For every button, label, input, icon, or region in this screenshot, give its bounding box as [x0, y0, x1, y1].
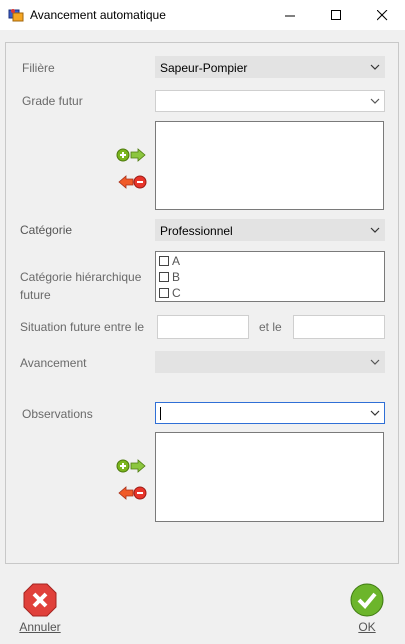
- avancement-label: Avancement: [20, 356, 87, 370]
- situation-label: Situation future entre le: [20, 320, 145, 334]
- checkbox-row-a[interactable]: A: [159, 253, 180, 269]
- chevron-down-icon: [370, 98, 380, 104]
- add-observation-button[interactable]: [116, 458, 148, 474]
- categorie-hierarchique-label-line2: future: [20, 288, 51, 302]
- checkbox-row-b[interactable]: B: [159, 269, 180, 285]
- maximize-icon: [330, 9, 341, 20]
- observations-label: Observations: [22, 407, 93, 421]
- cancel-button[interactable]: Annuler: [14, 583, 66, 634]
- filiere-label: Filière: [22, 61, 55, 75]
- chevron-down-icon: [370, 227, 380, 233]
- remove-grade-button[interactable]: [116, 174, 148, 190]
- checkbox-row-c[interactable]: C: [159, 285, 181, 301]
- cancel-label: Annuler: [19, 620, 61, 634]
- close-icon: [376, 9, 387, 20]
- observations-list[interactable]: [155, 432, 384, 522]
- minimize-button[interactable]: [267, 0, 313, 30]
- grade-futur-label: Grade futur: [22, 94, 83, 108]
- remove-observation-button[interactable]: [116, 485, 148, 501]
- text-caret: [160, 407, 161, 420]
- categorie-hierarchique-list: A B C: [155, 251, 385, 302]
- title-bar: Avancement automatique: [0, 0, 405, 30]
- filiere-select[interactable]: Sapeur-Pompier: [155, 56, 385, 78]
- window-title: Avancement automatique: [30, 8, 166, 22]
- add-grade-button[interactable]: [116, 147, 148, 163]
- chevron-down-icon: [370, 64, 380, 70]
- chevron-down-icon: [370, 359, 380, 365]
- observations-select[interactable]: [155, 402, 385, 424]
- cancel-icon: [23, 583, 57, 617]
- minimize-icon: [284, 15, 295, 16]
- checkbox-label: B: [172, 270, 181, 284]
- situation-to-input[interactable]: [293, 315, 385, 339]
- categorie-value: Professionnel: [160, 224, 233, 238]
- avancement-select[interactable]: [155, 351, 385, 373]
- maximize-button[interactable]: [313, 0, 359, 30]
- filiere-value: Sapeur-Pompier: [160, 61, 248, 75]
- check-icon: [350, 583, 384, 617]
- checkbox-label: A: [172, 254, 181, 268]
- checkbox-label: C: [172, 286, 181, 300]
- grade-futur-list[interactable]: [155, 121, 384, 210]
- categorie-hierarchique-label: Catégorie hiérarchique: [20, 270, 142, 284]
- ok-label: OK: [358, 620, 376, 634]
- ok-button[interactable]: OK: [344, 583, 390, 634]
- categorie-select[interactable]: Professionnel: [155, 219, 385, 241]
- grade-futur-select[interactable]: [155, 90, 385, 112]
- app-icon: [8, 9, 24, 22]
- chevron-down-icon: [370, 410, 380, 416]
- situation-from-input[interactable]: [157, 315, 249, 339]
- situation-between-label: et le: [259, 320, 282, 334]
- categorie-label: Catégorie: [20, 223, 73, 237]
- checkbox[interactable]: [159, 272, 169, 282]
- checkbox[interactable]: [159, 256, 169, 266]
- close-button[interactable]: [359, 0, 405, 30]
- checkbox[interactable]: [159, 288, 169, 298]
